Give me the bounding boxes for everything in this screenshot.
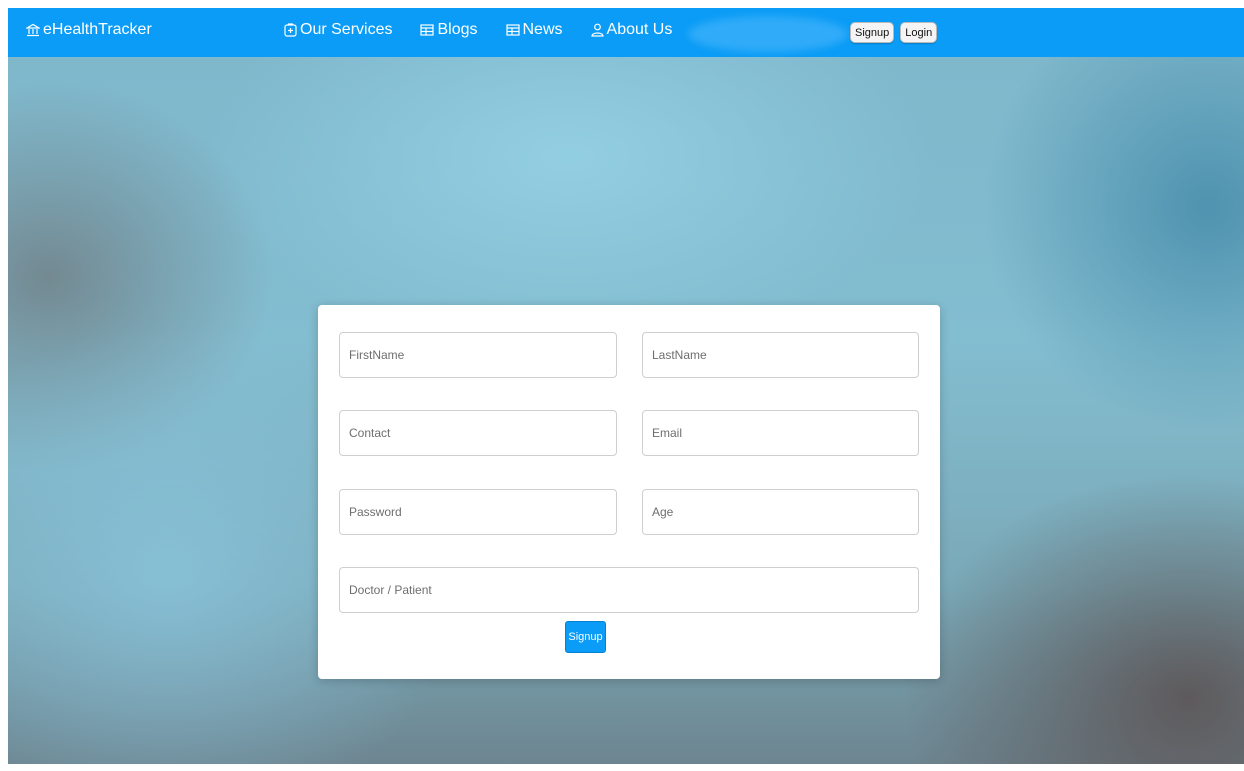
password-field[interactable]: [339, 489, 617, 535]
nav-our-services[interactable]: Our Services: [284, 21, 392, 39]
firstname-field[interactable]: [339, 332, 617, 378]
login-button[interactable]: Login: [900, 22, 938, 43]
nav-links: Our Services Blogs News About Us: [284, 21, 672, 39]
brand-link[interactable]: eHealthTracker: [26, 21, 152, 39]
role-field[interactable]: [339, 567, 919, 613]
plus-square-icon: [284, 23, 297, 37]
navbar-highlight: [688, 16, 848, 52]
signup-button[interactable]: Signup: [850, 22, 895, 43]
signup-submit-button[interactable]: Signup: [565, 621, 606, 653]
nav-blogs-label: Blogs: [437, 21, 478, 38]
bank-icon: [26, 23, 40, 37]
contact-field[interactable]: [339, 410, 617, 456]
age-field[interactable]: [642, 489, 919, 535]
nav-our-services-label: Our Services: [300, 21, 393, 38]
nav-news[interactable]: News: [505, 21, 563, 39]
brand-name: eHealthTracker: [43, 21, 152, 38]
navbar: eHealthTracker Our Services Blogs News A…: [8, 8, 1244, 57]
lastname-field[interactable]: [642, 332, 919, 378]
nav-news-label: News: [522, 21, 563, 38]
table-icon: [505, 24, 520, 36]
nav-blogs[interactable]: Blogs: [420, 21, 478, 39]
nav-about-us[interactable]: About Us: [590, 21, 673, 39]
email-field[interactable]: [642, 410, 919, 456]
table-icon: [420, 24, 435, 36]
page: eHealthTracker Our Services Blogs News A…: [8, 8, 1244, 764]
background-image: Signup: [8, 57, 1244, 764]
auth-buttons: Signup Login: [850, 22, 938, 43]
nav-about-us-label: About Us: [606, 21, 673, 38]
person-icon: [590, 23, 604, 37]
signup-form: Signup: [318, 305, 940, 679]
